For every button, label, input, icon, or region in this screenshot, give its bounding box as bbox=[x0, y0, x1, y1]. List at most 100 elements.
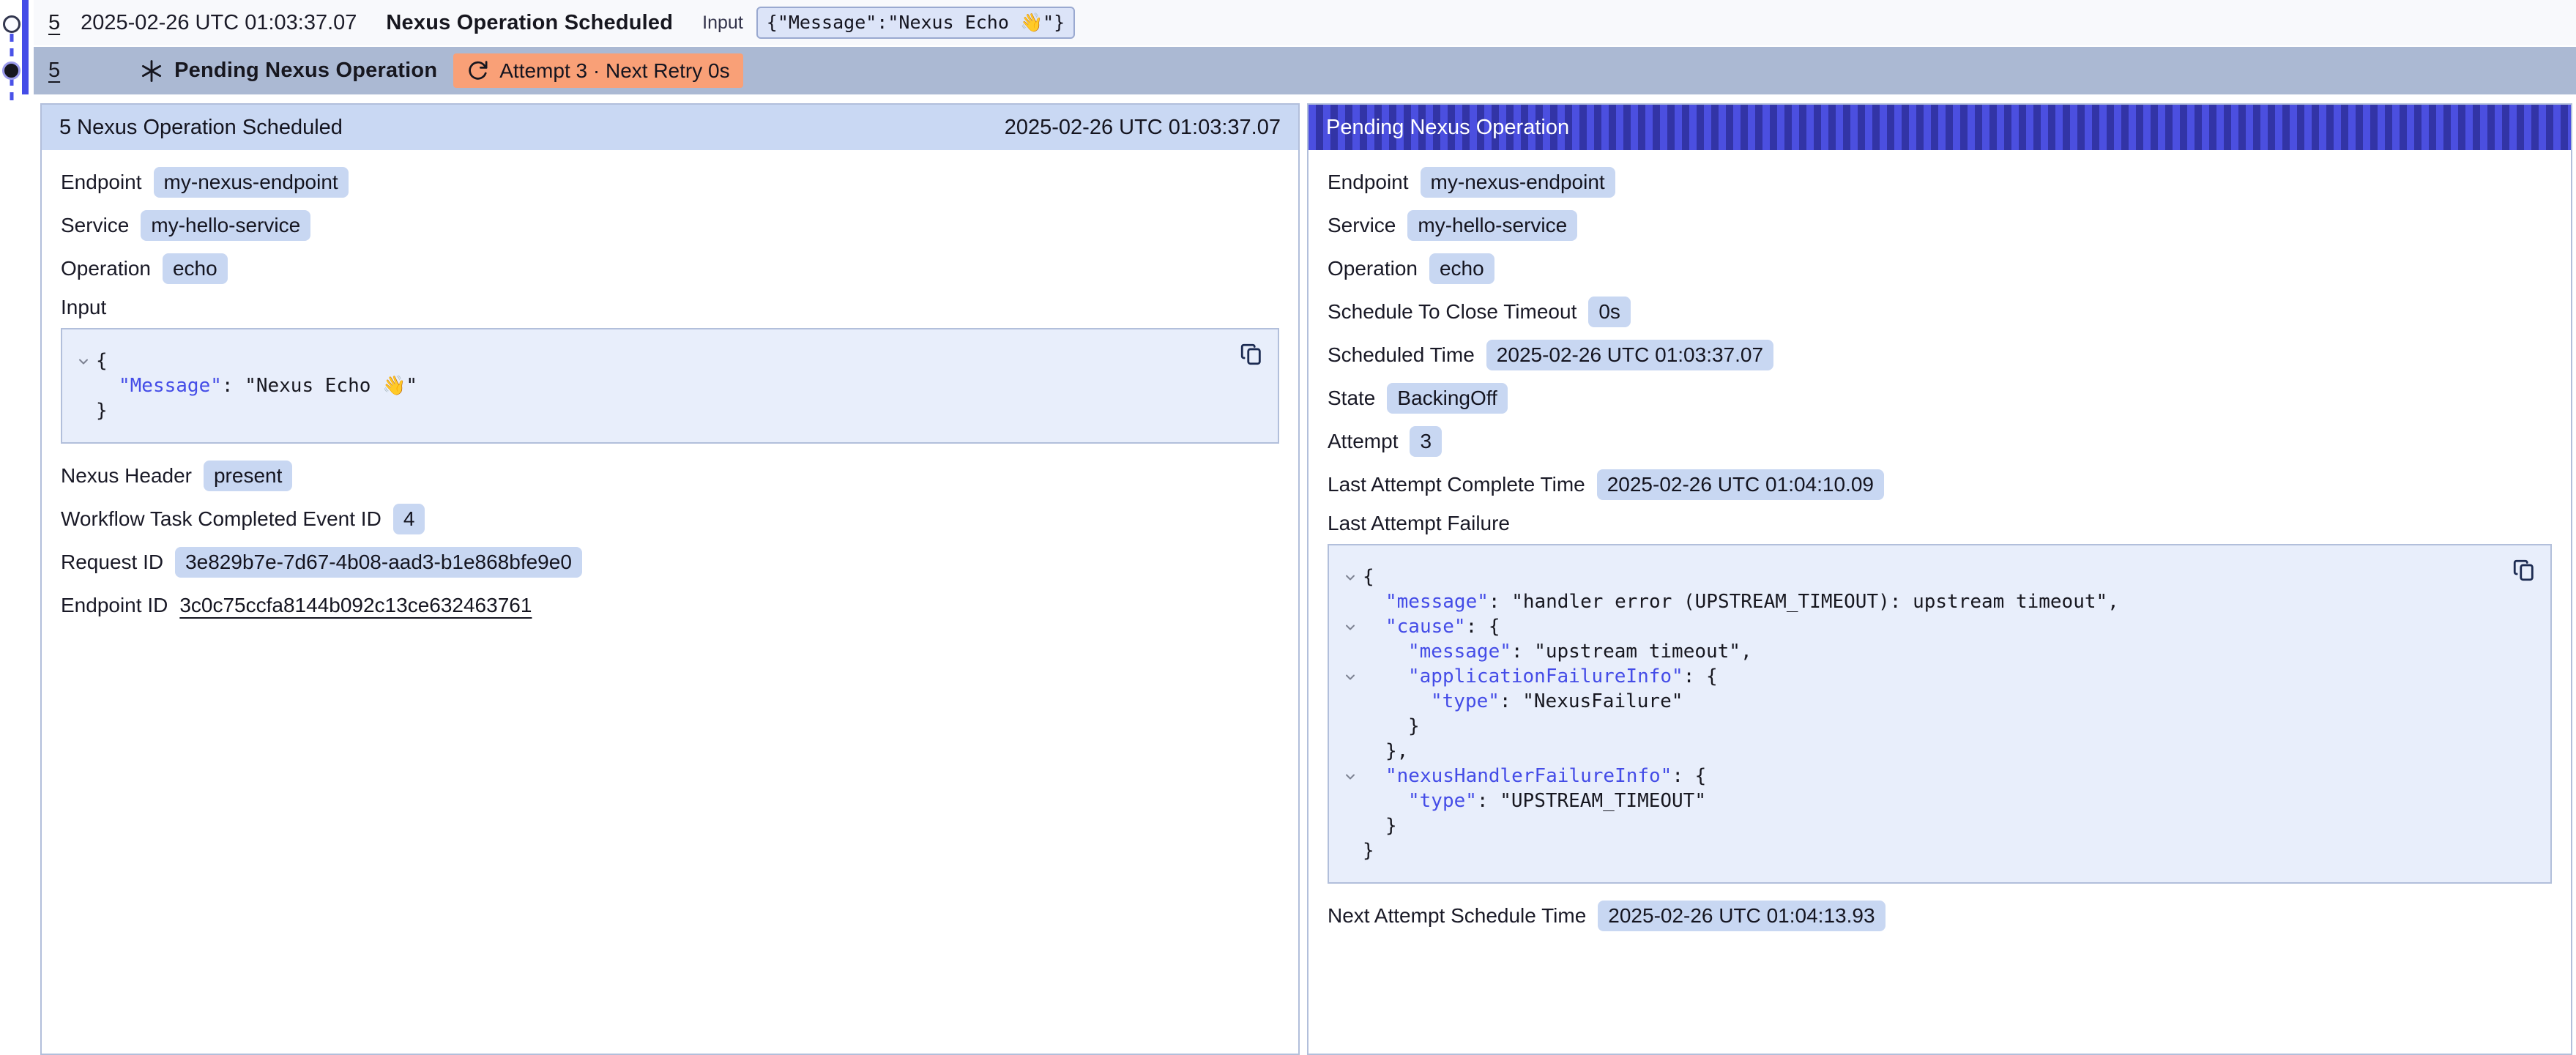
chevron-down-icon bbox=[1343, 769, 1358, 784]
collapse-toggle[interactable] bbox=[1338, 564, 1363, 585]
code-text: } bbox=[96, 398, 108, 423]
field-row-scheduled-time: Scheduled Time 2025-02-26 UTC 01:03:37.07 bbox=[1328, 339, 2552, 371]
code-line: "cause": { bbox=[1338, 614, 2533, 639]
scheduled-event-panel: 5 Nexus Operation Scheduled 2025-02-26 U… bbox=[40, 103, 1300, 1055]
code-line: { bbox=[1338, 564, 2533, 589]
event-title: Nexus Operation Scheduled bbox=[386, 11, 673, 35]
code-line: "message": "upstream timeout", bbox=[1338, 639, 2533, 664]
field-label: Endpoint ID bbox=[61, 594, 168, 617]
timeline-active-bar bbox=[22, 0, 29, 94]
field-row-attempt: Attempt 3 bbox=[1328, 425, 2552, 458]
field-label: Last Attempt Complete Time bbox=[1328, 473, 1585, 496]
retry-badge-label: Attempt 3 · Next Retry 0s bbox=[499, 59, 729, 83]
field-label: Scheduled Time bbox=[1328, 343, 1475, 367]
collapse-toggle[interactable] bbox=[71, 348, 96, 369]
field-row-operation: Operationecho bbox=[1328, 253, 2552, 285]
event-input-chip: {"Message":"Nexus Echo 👋"} bbox=[756, 7, 1075, 39]
field-label: Attempt bbox=[1328, 430, 1398, 453]
field-value-badge: 3e829b7e-7d67-4b08-aad3-b1e868bfe9e0 bbox=[175, 547, 582, 578]
code-text: } bbox=[1363, 838, 1374, 863]
pending-panel-header: Pending Nexus Operation bbox=[1309, 105, 2571, 150]
field-label: Nexus Header bbox=[61, 464, 192, 488]
code-text: "applicationFailureInfo": { bbox=[1363, 664, 1718, 689]
code-line: "applicationFailureInfo": { bbox=[1338, 664, 2533, 689]
chevron-down-icon bbox=[76, 354, 91, 369]
code-text: } bbox=[1363, 714, 1420, 739]
code-text: "message": "upstream timeout", bbox=[1363, 639, 1752, 664]
field-row-service: Servicemy-hello-service bbox=[61, 209, 1279, 242]
copy-button[interactable] bbox=[2509, 556, 2539, 585]
event-id-link[interactable]: 5 bbox=[48, 59, 60, 83]
code-line: "message": "handler error (UPSTREAM_TIME… bbox=[1338, 589, 2533, 614]
field-row-request-id: Request ID 3e829b7e-7d67-4b08-aad3-b1e868… bbox=[61, 546, 1279, 578]
code-line: "type": "UPSTREAM_TIMEOUT" bbox=[1338, 789, 2533, 813]
field-value-badge: 3 bbox=[1410, 426, 1442, 457]
field-row-workflow-task-completed-event-id: Workflow Task Completed Event ID4 bbox=[61, 503, 1279, 535]
event-timestamp: 2025-02-26 UTC 01:03:37.07 bbox=[81, 11, 357, 35]
scheduled-panel-header: 5 Nexus Operation Scheduled 2025-02-26 U… bbox=[42, 105, 1298, 150]
event-detail-panels: 5 Nexus Operation Scheduled 2025-02-26 U… bbox=[40, 103, 2572, 1055]
collapse-toggle[interactable] bbox=[1338, 764, 1363, 784]
code-text: "type": "UPSTREAM_TIMEOUT" bbox=[1363, 789, 1706, 813]
copy-icon bbox=[1239, 342, 1264, 367]
code-text: { bbox=[1363, 564, 1374, 589]
field-row-endpoint: Endpointmy-nexus-endpoint bbox=[1328, 166, 2552, 198]
collapse-toggle[interactable] bbox=[1338, 664, 1363, 685]
field-value-badge: 2025-02-26 UTC 01:04:13.93 bbox=[1598, 901, 1885, 931]
event-id-link[interactable]: 5 bbox=[48, 11, 60, 35]
field-value-link[interactable]: 3c0c75ccfa8144b092c13ce632463761 bbox=[179, 594, 532, 617]
code-text: "Message": "Nexus Echo 👋" bbox=[96, 373, 417, 398]
code-block-input: {"Message": "Nexus Echo 👋"} bbox=[61, 328, 1279, 444]
gutter-spacer bbox=[1338, 813, 1363, 819]
field-row-last-attempt-complete-time: Last Attempt Complete Time 2025-02-26 UTC… bbox=[1328, 469, 2552, 501]
gutter-spacer bbox=[71, 373, 96, 379]
field-label: Endpoint bbox=[1328, 171, 1409, 194]
code-text: { bbox=[96, 348, 108, 373]
code-text: "message": "handler error (UPSTREAM_TIME… bbox=[1363, 589, 2119, 614]
gutter-spacer bbox=[1338, 589, 1363, 595]
gutter-spacer bbox=[1338, 689, 1363, 695]
field-value-badge: 2025-02-26 UTC 01:03:37.07 bbox=[1486, 340, 1773, 370]
scheduled-panel-timestamp: 2025-02-26 UTC 01:03:37.07 bbox=[1005, 116, 1281, 140]
scheduled-panel-title: 5 Nexus Operation Scheduled bbox=[59, 116, 343, 140]
field-label: Schedule To Close Timeout bbox=[1328, 300, 1577, 324]
field-label: Endpoint bbox=[61, 171, 142, 194]
pending-operation-panel: Pending Nexus Operation Endpointmy-nexus… bbox=[1307, 103, 2572, 1055]
code-line: { bbox=[71, 348, 1260, 373]
field-row-operation: Operation echo bbox=[61, 253, 1279, 285]
code-block-last-attempt-failure: {"message": "handler error (UPSTREAM_TIM… bbox=[1328, 544, 2552, 884]
field-value-badge: echo bbox=[163, 253, 228, 284]
field-label: Request ID bbox=[61, 551, 163, 574]
field-label: Operation bbox=[61, 257, 151, 280]
retry-icon bbox=[466, 59, 489, 82]
field-value-badge: 0s bbox=[1588, 297, 1631, 327]
field-row-endpoint: Endpointmy-nexus-endpoint bbox=[61, 166, 1279, 198]
field-row-schedule-to-close-timeout: Schedule To Close Timeout 0s bbox=[1328, 296, 2552, 328]
collapse-toggle[interactable] bbox=[1338, 614, 1363, 635]
copy-button[interactable] bbox=[1237, 340, 1266, 369]
field-row-service: Servicemy-hello-service bbox=[1328, 209, 2552, 242]
gutter-spacer bbox=[1338, 789, 1363, 794]
event-row-pending[interactable]: 5 Pending Nexus Operation Attempt 3 · Ne… bbox=[34, 47, 2576, 94]
code-line: "nexusHandlerFailureInfo": { bbox=[1338, 764, 2533, 789]
event-timeline-rail bbox=[0, 0, 34, 220]
gutter-spacer bbox=[1338, 639, 1363, 645]
field-value-badge: 4 bbox=[393, 504, 425, 534]
field-value-badge: my-hello-service bbox=[1407, 210, 1577, 241]
retry-attempt-badge: Attempt 3 · Next Retry 0s bbox=[453, 53, 742, 88]
field-value-badge: BackingOff bbox=[1387, 383, 1507, 414]
code-text: "nexusHandlerFailureInfo": { bbox=[1363, 764, 1706, 789]
field-label-input: Input bbox=[61, 296, 1279, 319]
field-row-next-attempt-schedule-time: Next Attempt Schedule Time2025-02-26 UTC… bbox=[1328, 900, 2552, 932]
code-text: "type": "NexusFailure" bbox=[1363, 689, 1683, 714]
copy-icon bbox=[2512, 558, 2536, 583]
gutter-spacer bbox=[1338, 714, 1363, 720]
code-line: "Message": "Nexus Echo 👋" bbox=[71, 373, 1260, 398]
event-row-scheduled[interactable]: 5 2025-02-26 UTC 01:03:37.07 Nexus Opera… bbox=[34, 0, 2576, 45]
scheduled-panel-body: Endpointmy-nexus-endpoint Servicemy-hello… bbox=[42, 150, 1298, 622]
code-text: "cause": { bbox=[1363, 614, 1500, 639]
timeline-marker-pending bbox=[2, 61, 21, 80]
field-value-badge: 2025-02-26 UTC 01:04:10.09 bbox=[1597, 469, 1884, 500]
pending-asterisk-icon bbox=[139, 59, 164, 83]
code-line: } bbox=[71, 398, 1260, 423]
